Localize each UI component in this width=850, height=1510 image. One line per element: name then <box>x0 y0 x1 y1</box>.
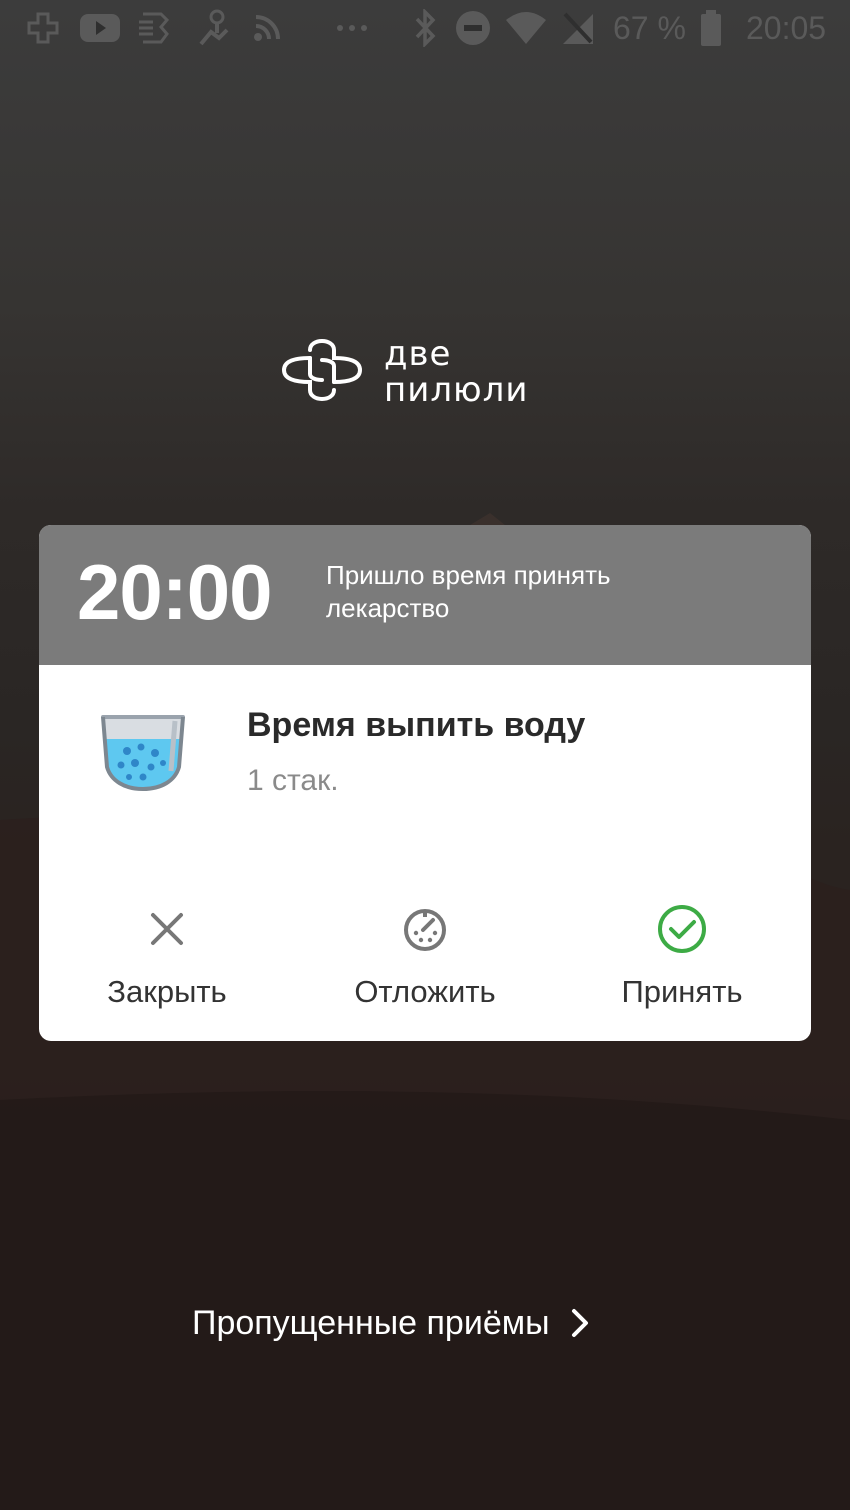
youtube-icon <box>78 8 122 48</box>
rss-icon <box>250 8 284 48</box>
medication-name: Время выпить воду <box>247 706 586 744</box>
water-glass-icon <box>101 715 185 792</box>
screen: 67 % 20:05 две пилюли 20:00 Пришло время… <box>0 0 850 1510</box>
notification-app-icon <box>136 8 176 48</box>
close-button[interactable]: Закрыть <box>57 897 277 1017</box>
accept-button[interactable]: Принять <box>572 897 792 1017</box>
status-bar: 67 % 20:05 <box>0 0 850 58</box>
battery-icon <box>698 8 724 48</box>
reminder-message: Пришло время принять лекарство <box>326 560 611 623</box>
missed-doses-label: Пропущенные приёмы <box>192 1304 550 1342</box>
chevron-right-icon <box>571 1309 588 1337</box>
app-logo: две пилюли <box>280 328 580 414</box>
logo-line-2: пилюли <box>384 370 529 410</box>
check-circle-icon <box>658 905 706 953</box>
status-time: 20:05 <box>746 10 827 46</box>
snooze-button[interactable]: Отложить <box>315 897 535 1017</box>
missed-doses-link[interactable]: Пропущенные приёмы <box>192 1300 590 1346</box>
snooze-label: Отложить <box>354 974 496 1009</box>
logo-text: две пилюли <box>384 336 529 408</box>
more-icon <box>334 8 370 48</box>
medication-dose: 1 стак. <box>247 764 339 797</box>
bluetooth-icon <box>410 8 440 48</box>
no-signal-icon <box>560 8 596 48</box>
accept-label: Принять <box>621 974 743 1009</box>
close-label: Закрыть <box>107 974 227 1009</box>
battery-percent: 67 % <box>613 10 686 46</box>
app-logo-icon <box>22 8 64 48</box>
reminder-header: 20:00 Пришло время принять лекарство <box>39 525 811 665</box>
snooze-clock-icon <box>404 909 446 951</box>
logo-mark-icon <box>281 339 363 401</box>
do-not-disturb-icon <box>454 8 492 48</box>
close-icon <box>151 913 183 945</box>
reminder-card: 20:00 Пришло время принять лекарство Вре… <box>39 525 811 1041</box>
wifi-icon <box>505 8 547 48</box>
reminder-time: 20:00 <box>77 548 272 636</box>
logo-line-1: две <box>384 334 452 374</box>
location-icon <box>196 8 232 48</box>
